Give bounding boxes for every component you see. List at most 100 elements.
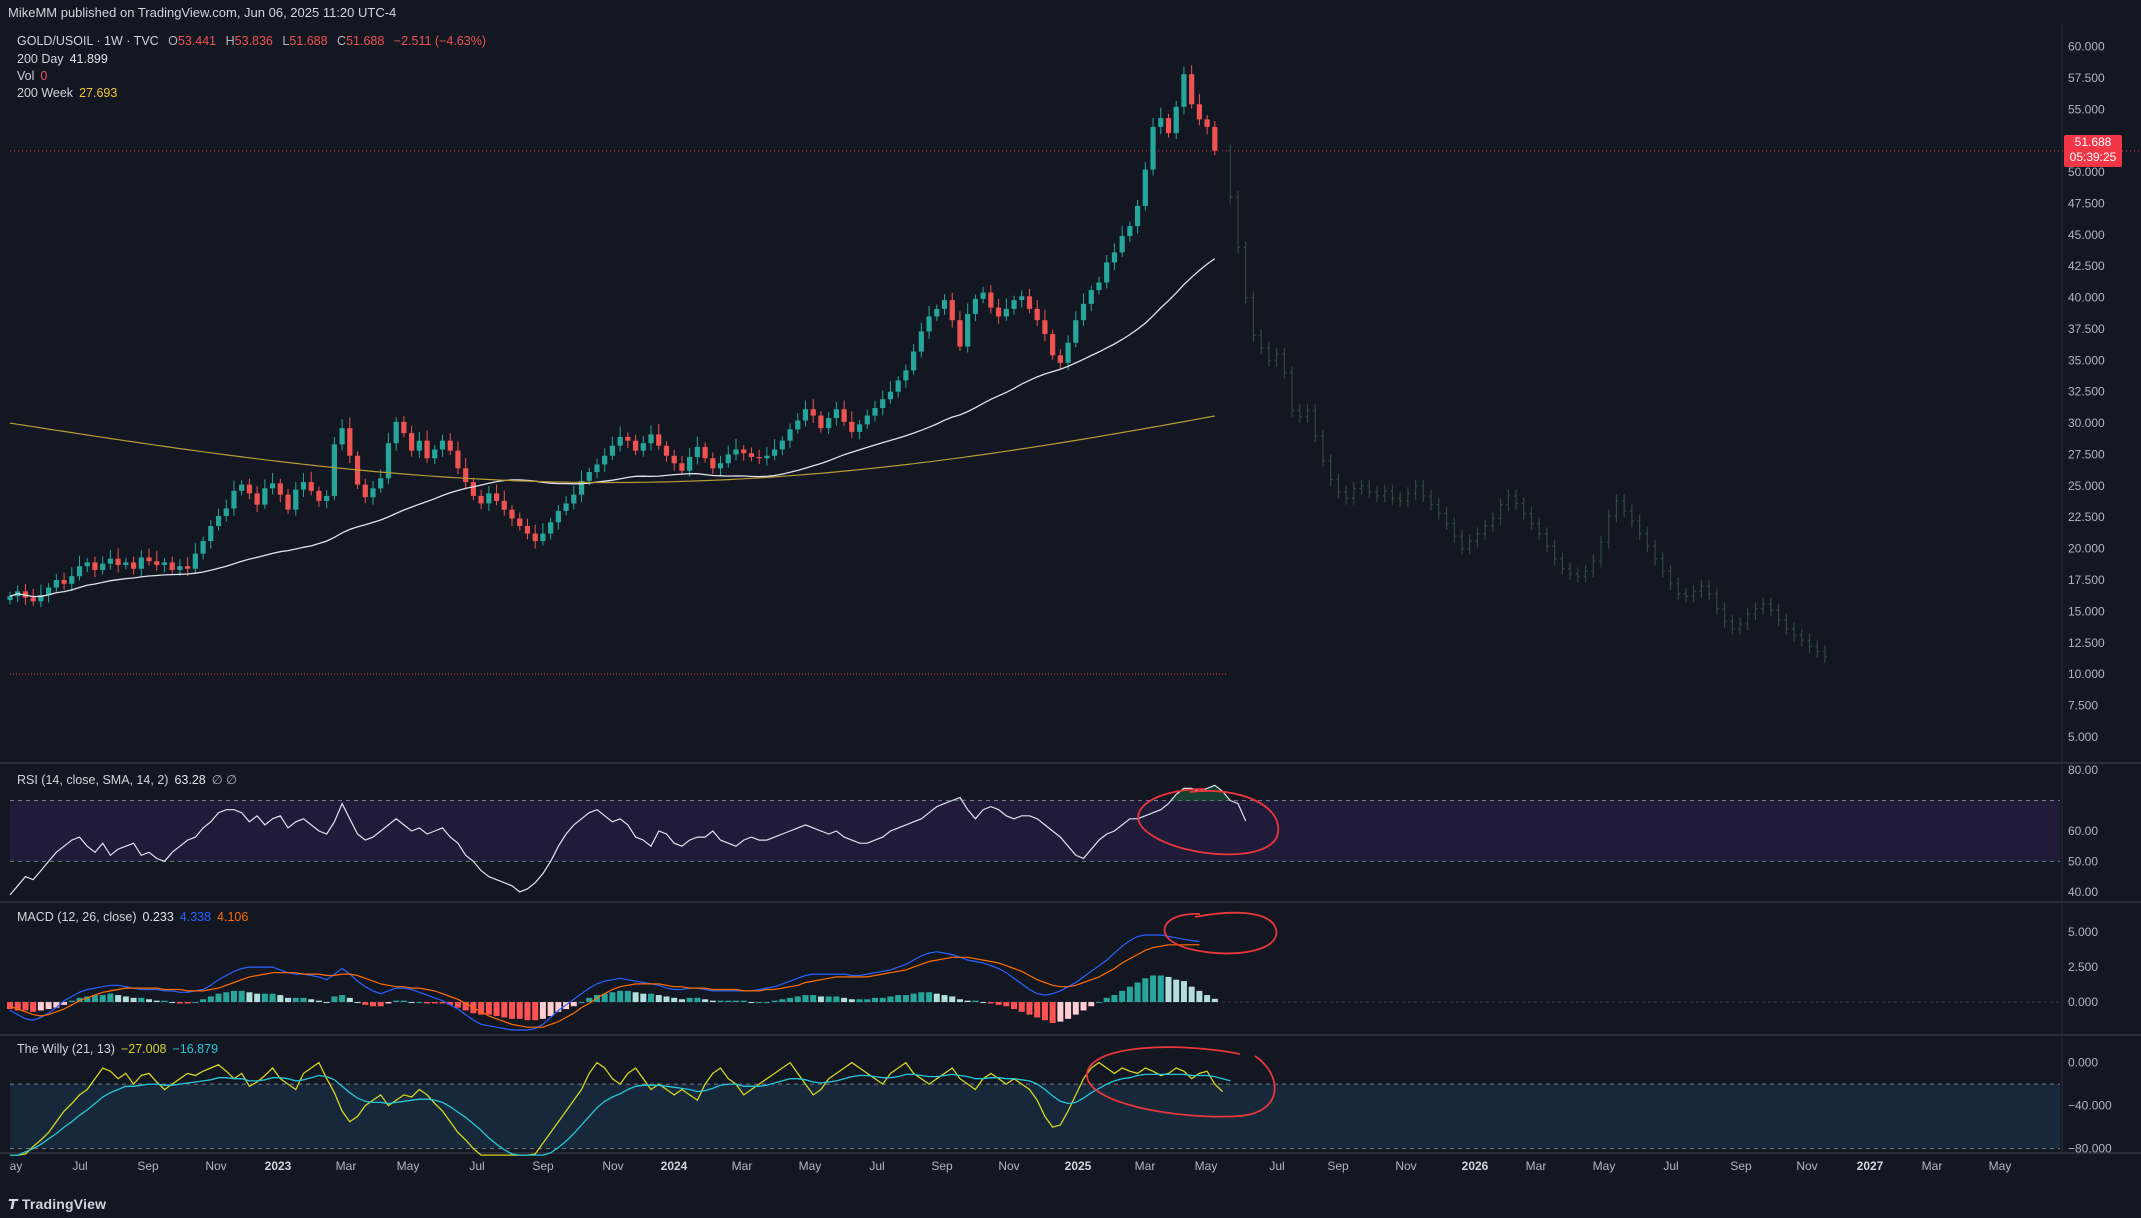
- candle-body: [725, 454, 731, 464]
- candle-body: [285, 494, 291, 510]
- ma200w-value: 27.693: [79, 86, 118, 100]
- time-tick-label: Sep: [1730, 1159, 1752, 1173]
- macd-histogram-bar: [146, 999, 153, 1003]
- rsi-value: 63.28: [174, 773, 206, 787]
- macd-histogram-bar: [817, 996, 824, 1003]
- candle-body: [833, 409, 839, 419]
- macd-histogram-bar: [678, 999, 685, 1003]
- macd-histogram-bar: [771, 1000, 778, 1003]
- candle-body: [609, 445, 616, 456]
- candle-body: [687, 456, 693, 471]
- candle-body: [509, 509, 515, 519]
- macd-histogram-bar: [362, 1002, 369, 1005]
- candle-body: [640, 443, 646, 451]
- time-tick-label: May: [799, 1159, 822, 1173]
- time-tick-label: Mar: [1922, 1159, 1943, 1173]
- macd-histogram-bar: [1211, 998, 1218, 1003]
- macd-histogram-bar: [648, 993, 655, 1003]
- ma200w-legend[interactable]: 200 Week 27.693: [17, 86, 117, 100]
- price-tick-label: 47.500: [2068, 196, 2105, 210]
- candle-body: [1119, 236, 1125, 253]
- countdown-value: 05:39:25: [2069, 150, 2117, 164]
- macd-histogram-bar: [99, 995, 106, 1003]
- macd-histogram-bar: [980, 1002, 987, 1004]
- candle-body: [277, 483, 283, 495]
- time-tick-label: Sep: [532, 1159, 554, 1173]
- candle-body: [1111, 252, 1118, 263]
- macd-histogram-bar: [1103, 997, 1110, 1003]
- tradingview-logo[interactable]: 𝙏 TradingView: [8, 1196, 106, 1213]
- macd-histogram-bar: [825, 996, 832, 1003]
- candle-body: [84, 562, 90, 567]
- time-tick-label: Mar: [732, 1159, 753, 1173]
- candle-body: [779, 440, 785, 450]
- candle-body: [262, 488, 268, 505]
- candle-body: [331, 444, 337, 496]
- candle-body: [1173, 106, 1179, 134]
- willy-legend[interactable]: The Willy (21, 13) −27.008 −16.879: [17, 1042, 218, 1056]
- candle-body: [995, 307, 1002, 317]
- macd-histogram-bar: [385, 1002, 392, 1004]
- macd-histogram-bar: [107, 993, 114, 1003]
- macd-histogram-bar: [30, 1002, 37, 1012]
- candle-body: [409, 433, 415, 451]
- macd-histogram-bar: [624, 990, 631, 1003]
- candle-body: [200, 541, 206, 554]
- rsi-tick-label: 80.00: [2068, 763, 2098, 777]
- macd-histogram-bar: [686, 997, 693, 1003]
- candle-body: [1150, 126, 1156, 170]
- macd-histogram-bar: [1111, 995, 1118, 1003]
- low-value: 51.688: [289, 34, 328, 48]
- macd-histogram-bar: [1034, 1002, 1041, 1018]
- candle-body: [100, 563, 106, 570]
- candle-body: [764, 455, 770, 459]
- macd-histogram-bar: [887, 996, 894, 1003]
- macd-histogram-bar: [732, 1000, 739, 1003]
- rsi-legend[interactable]: RSI (14, close, SMA, 14, 2) 63.28 ∅ ∅: [17, 772, 237, 787]
- candle-body: [1034, 308, 1040, 321]
- candle-body: [810, 409, 816, 416]
- macd-histogram-bar: [22, 1002, 29, 1011]
- candle-body: [107, 558, 114, 564]
- candle-body: [269, 483, 276, 489]
- macd-histogram-bar: [539, 1002, 546, 1019]
- macd-legend[interactable]: MACD (12, 26, close) 0.233 4.338 4.106: [17, 910, 248, 924]
- willy-tick-label: 0.000: [2068, 1056, 2098, 1070]
- symbol-name[interactable]: GOLD/USOIL · 1W · TVC: [17, 34, 159, 48]
- macd-histogram-bar: [987, 1002, 994, 1004]
- candle-body: [563, 503, 569, 511]
- macd-histogram-bar: [570, 1002, 577, 1007]
- candle-body: [941, 300, 948, 309]
- macd-histogram-bar: [300, 997, 307, 1003]
- ma200d-legend[interactable]: 200 Day 41.899: [17, 52, 108, 66]
- time-tick-label: May: [1195, 1159, 1218, 1173]
- macd-histogram-bar: [45, 1002, 52, 1010]
- vol-legend[interactable]: Vol 0: [17, 69, 47, 83]
- candle-body: [30, 597, 36, 602]
- time-tick-label: May: [397, 1159, 420, 1173]
- open-label: O: [168, 34, 178, 48]
- time-tick-label: Jul: [869, 1159, 884, 1173]
- candle-body: [1057, 355, 1063, 363]
- macd-histogram-bar: [1134, 982, 1141, 1003]
- chart-canvas[interactable]: 60.00057.50055.00052.50050.00047.50045.0…: [0, 24, 2141, 1191]
- macd-histogram-bar: [787, 997, 794, 1003]
- macd-histogram-bar: [1165, 976, 1172, 1003]
- open-value: 53.441: [177, 34, 217, 48]
- candle-body: [795, 420, 801, 430]
- macd-line-value: 4.338: [179, 910, 212, 924]
- candle-body: [856, 424, 863, 432]
- macd-histogram-bar: [161, 1000, 168, 1003]
- macd-histogram-bar: [138, 997, 145, 1003]
- price-tick-label: 40.000: [2068, 291, 2105, 305]
- candle-body: [339, 428, 345, 445]
- last-price-value: 51.688: [2074, 135, 2112, 149]
- candle-body: [1050, 333, 1056, 356]
- macd-histogram-bar: [516, 1002, 523, 1019]
- vol-value: 0: [40, 69, 48, 83]
- macd-histogram-bar: [1157, 975, 1164, 1003]
- candle-body: [849, 421, 855, 432]
- price-tick-label: 25.000: [2068, 479, 2105, 493]
- close-label: C: [337, 34, 347, 48]
- candle-body: [988, 292, 994, 308]
